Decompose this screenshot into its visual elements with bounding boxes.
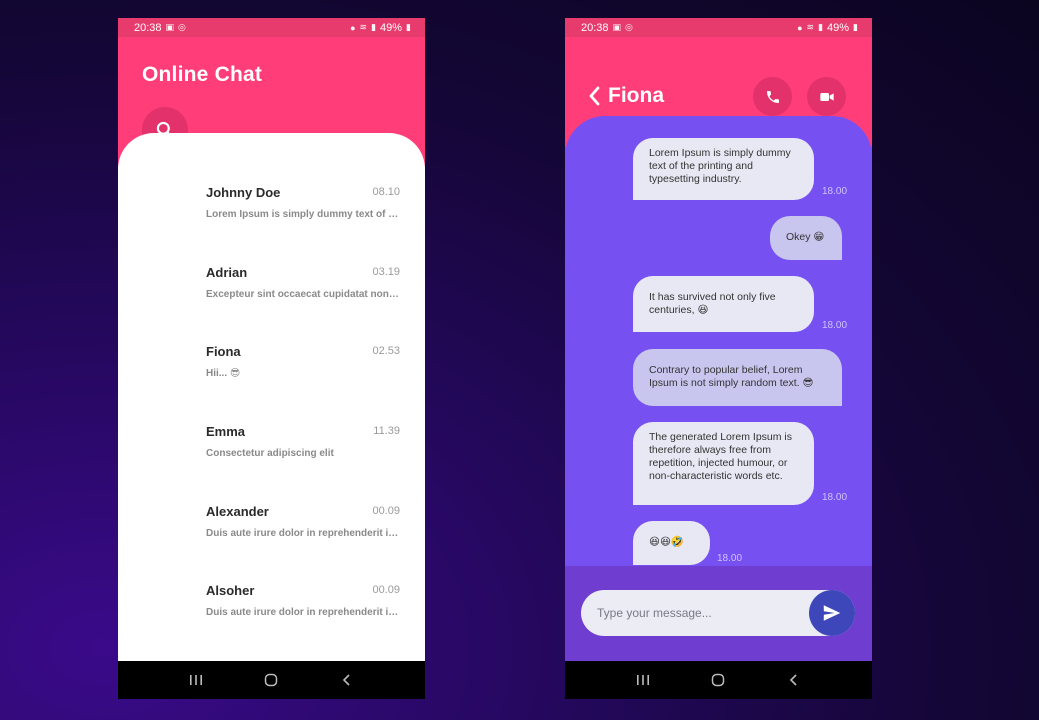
chat-item-emma[interactable]: Emma 11.39 Consectetur adipiscing elit (118, 402, 425, 482)
chat-item-alsoher[interactable]: Alsoher 00.09 Duis aute irure dolor in r… (118, 561, 425, 641)
contact-name: Alexander (206, 503, 269, 519)
contact-name: Adrian (206, 264, 248, 280)
contact-name: Emma (206, 424, 246, 440)
chat-preview: Duis aute irure dolor in reprehenderit i… (206, 527, 400, 539)
status-time: 20:38 (581, 21, 609, 34)
recent-apps-icon (189, 675, 202, 685)
chat-item-alexander[interactable]: Alexander 00.09 Duis aute irure dolor in… (118, 482, 425, 562)
chat-preview: Excepteur sint occaecat cupidatat non pr… (206, 288, 400, 300)
contact-name: Johnny Doe (206, 185, 281, 200)
chat-item-johnny-doe[interactable]: Johnny Doe 08.10 Lorem Ipsum is simply d… (118, 163, 425, 243)
chat-preview: Lorem Ipsum is simply dummy text of the … (206, 209, 400, 220)
voice-call-button[interactable] (753, 77, 792, 116)
video-call-button[interactable] (807, 77, 846, 116)
message-bubble-outgoing: Contrary to popular belief, Lorem Ipsum … (633, 349, 842, 406)
recent-apps-icon (636, 675, 649, 685)
wifi-icon: ≋ (359, 22, 368, 32)
battery-percent: 49% (380, 21, 403, 34)
message-input[interactable] (597, 590, 807, 636)
alarm-icon: ● (350, 22, 356, 33)
chat-time: 03.19 (372, 265, 400, 278)
chat-list-screen: 20:38 ▣ ◎ ● ≋ ▮ 49% ▮ Online Chat Johnny… (118, 18, 425, 699)
contact-name: Fiona (608, 84, 664, 107)
chat-time: 00.09 (372, 504, 400, 517)
chat-preview: Consectetur adipiscing elit (206, 448, 334, 460)
page-title: Online Chat (142, 63, 263, 86)
chevron-left-icon (589, 86, 600, 106)
signal-icon: ▮ (818, 22, 824, 32)
contact-name: Fiona (206, 344, 241, 360)
message-time: 18.00 (822, 320, 848, 331)
message-thread: Lorem Ipsum is simply dummy text of the … (565, 116, 872, 566)
chat-time: 02.53 (372, 345, 400, 358)
chat-preview: Hii... 😎 (206, 368, 241, 380)
home-button[interactable] (259, 668, 283, 692)
message-bubble-incoming: It has survived not only five centuries,… (633, 276, 814, 332)
battery-icon: ▮ (853, 22, 858, 32)
video-camera-icon (819, 92, 834, 101)
message-bubble-incoming: Lorem Ipsum is simply dummy text of the … (633, 138, 814, 200)
message-time: 18.00 (822, 492, 848, 503)
instagram-icon: ◎ (625, 22, 633, 32)
chat-time: 08.10 (372, 186, 400, 198)
back-icon (790, 674, 797, 686)
send-icon (823, 605, 841, 621)
home-button[interactable] (706, 668, 730, 692)
back-button[interactable] (587, 85, 603, 107)
message-input-container (581, 590, 855, 636)
chat-time: 11.39 (373, 425, 400, 438)
battery-percent: 49% (827, 21, 850, 34)
alarm-icon: ● (797, 22, 803, 33)
chat-time: 00.09 (372, 584, 400, 597)
status-time: 20:38 (134, 21, 162, 34)
recent-apps-button[interactable] (631, 668, 655, 692)
back-nav-button[interactable] (782, 668, 806, 692)
status-bar: 20:38 ▣ ◎ ● ≋ ▮ 49% ▮ (118, 18, 425, 37)
system-nav-bar (565, 661, 872, 699)
conversation-screen: 20:38 ▣ ◎ ● ≋ ▮ 49% ▮ Fiona Lorem Ipsum … (565, 18, 872, 699)
message-bubble-incoming: The generated Lorem Ipsum is therefore a… (633, 422, 814, 505)
contact-name: Alsoher (206, 583, 255, 599)
message-time: 18.00 (822, 186, 848, 197)
system-nav-bar (118, 661, 425, 699)
wifi-icon: ≋ (806, 22, 815, 32)
message-bubble-incoming: 😆😆🤣 (633, 521, 710, 565)
chat-item-adrian[interactable]: Adrian 03.19 Excepteur sint occaecat cup… (118, 243, 425, 323)
chat-list: Johnny Doe 08.10 Lorem Ipsum is simply d… (118, 133, 425, 661)
send-button[interactable] (809, 590, 855, 636)
status-bar: 20:38 ▣ ◎ ● ≋ ▮ 49% ▮ (565, 18, 872, 37)
instagram-icon: ◎ (178, 22, 186, 32)
message-time: 18.00 (717, 553, 743, 564)
battery-icon: ▮ (406, 22, 411, 32)
message-composer (565, 566, 872, 661)
chat-preview: Duis aute irure dolor in reprehenderit i… (206, 607, 400, 619)
gallery-icon: ▣ (612, 22, 622, 32)
home-icon (265, 673, 278, 687)
back-nav-button[interactable] (335, 668, 359, 692)
signal-icon: ▮ (371, 22, 377, 32)
home-icon (712, 673, 725, 687)
chat-item-fiona[interactable]: Fiona 02.53 Hii... 😎 (118, 322, 425, 402)
recent-apps-button[interactable] (184, 668, 208, 692)
phone-icon (766, 90, 779, 103)
gallery-icon: ▣ (165, 22, 175, 32)
back-icon (343, 674, 350, 686)
message-bubble-outgoing: Okey 😁 (770, 216, 842, 260)
